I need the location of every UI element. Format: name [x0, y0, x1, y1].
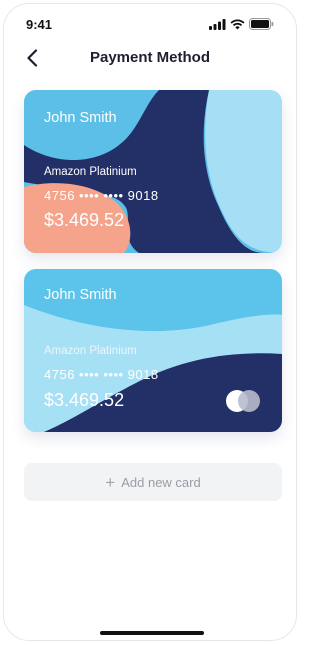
card-number: 4756 •••• •••• 9018 — [44, 367, 159, 382]
home-indicator — [100, 631, 204, 635]
plus-icon: + — [105, 472, 116, 492]
card-type: Amazon Platinium — [44, 345, 137, 357]
payment-card-1[interactable]: John Smith Amazon Platinium 4756 •••• ••… — [24, 90, 282, 253]
status-time: 9:41 — [26, 17, 53, 32]
add-new-card-button[interactable]: + Add new card — [24, 463, 282, 501]
add-new-card-label: Add new card — [121, 474, 201, 490]
wifi-icon — [230, 19, 245, 29]
toggle-track-circle — [238, 390, 260, 412]
payment-card-2[interactable]: John Smith Amazon Platinium 4756 •••• ••… — [24, 269, 282, 432]
status-bar: 9:41 — [4, 4, 296, 44]
signal-icon — [209, 18, 226, 30]
card-balance: $3.469.52 — [44, 390, 125, 410]
battery-icon — [249, 18, 274, 30]
card-holder-name: John Smith — [44, 110, 117, 126]
card-toggle[interactable] — [226, 390, 260, 412]
nav-bar: Payment Method — [4, 42, 296, 74]
status-icons — [209, 18, 274, 30]
card-type: Amazon Platinium — [44, 166, 137, 178]
page-title: Payment Method — [89, 49, 210, 66]
card-number: 4756 •••• •••• 9018 — [44, 188, 159, 203]
card-holder-name: John Smith — [44, 287, 117, 303]
phone-frame: 9:41 Payment Method John Smith Amazon Pl… — [3, 3, 297, 641]
card-balance: $3.469.52 — [44, 210, 125, 230]
